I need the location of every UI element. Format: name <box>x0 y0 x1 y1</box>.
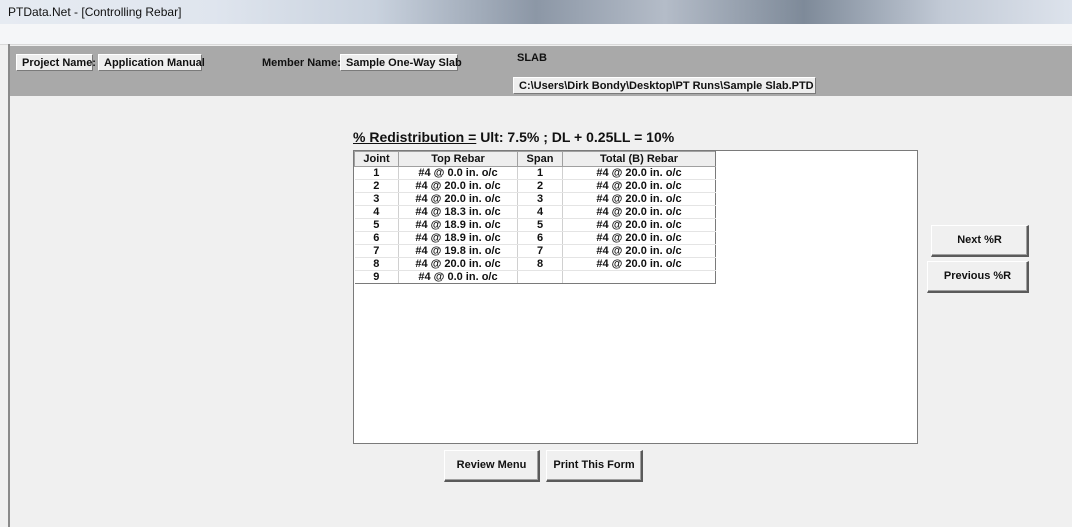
previous-redistribution-button[interactable]: Previous %R <box>927 261 1029 293</box>
table-header-row: Joint Top Rebar Span Total (B) Rebar <box>354 151 716 167</box>
top-rebar-cell: #4 @ 18.9 in. o/c <box>398 218 518 232</box>
top-rebar-cell: #4 @ 20.0 in. o/c <box>398 257 518 271</box>
span-cell <box>517 270 563 284</box>
total-rebar-cell: #4 @ 20.0 in. o/c <box>562 179 716 193</box>
top-rebar-cell: #4 @ 20.0 in. o/c <box>398 192 518 206</box>
table-row[interactable]: 6 #4 @ 18.9 in. o/c 6 #4 @ 20.0 in. o/c <box>354 231 716 245</box>
column-header-total-rebar: Total (B) Rebar <box>562 151 716 167</box>
redistribution-label: % Redistribution = <box>353 129 477 145</box>
redistribution-heading: % Redistribution = Ult: 7.5% ; DL + 0.25… <box>353 129 674 145</box>
member-type-value: SLAB <box>517 52 547 64</box>
rebar-table-panel[interactable]: Joint Top Rebar Span Total (B) Rebar 1 #… <box>353 150 918 444</box>
member-name-label: Member Name: <box>262 57 341 69</box>
project-name-label: Project Name: <box>16 54 96 71</box>
rebar-table: Joint Top Rebar Span Total (B) Rebar 1 #… <box>354 151 716 284</box>
top-rebar-cell: #4 @ 0.0 in. o/c <box>398 270 518 284</box>
span-cell: 4 <box>517 205 563 219</box>
review-menu-button[interactable]: Review Menu <box>444 450 540 482</box>
menu-strip <box>0 24 1072 45</box>
top-rebar-cell: #4 @ 0.0 in. o/c <box>398 166 518 180</box>
total-rebar-cell: #4 @ 20.0 in. o/c <box>562 257 716 271</box>
top-rebar-cell: #4 @ 18.9 in. o/c <box>398 231 518 245</box>
project-name-value: Application Manual <box>98 54 205 71</box>
table-row[interactable]: 3 #4 @ 20.0 in. o/c 3 #4 @ 20.0 in. o/c <box>354 192 716 206</box>
joint-cell: 7 <box>354 244 399 258</box>
span-cell: 1 <box>517 166 563 180</box>
joint-cell: 1 <box>354 166 399 180</box>
total-rebar-cell <box>562 270 716 284</box>
column-header-joint: Joint <box>354 151 399 167</box>
table-row[interactable]: 8 #4 @ 20.0 in. o/c 8 #4 @ 20.0 in. o/c <box>354 257 716 271</box>
span-cell: 7 <box>517 244 563 258</box>
table-row[interactable]: 5 #4 @ 18.9 in. o/c 5 #4 @ 20.0 in. o/c <box>354 218 716 232</box>
file-path-value: C:\Users\Dirk Bondy\Desktop\PT Runs\Samp… <box>513 77 816 94</box>
joint-cell: 8 <box>354 257 399 271</box>
joint-cell: 9 <box>354 270 399 284</box>
table-row[interactable]: 7 #4 @ 19.8 in. o/c 7 #4 @ 20.0 in. o/c <box>354 244 716 258</box>
joint-cell: 2 <box>354 179 399 193</box>
column-header-top-rebar: Top Rebar <box>398 151 518 167</box>
total-rebar-cell: #4 @ 20.0 in. o/c <box>562 166 716 180</box>
window-title: PTData.Net - [Controlling Rebar] <box>8 5 182 19</box>
table-row[interactable]: 2 #4 @ 20.0 in. o/c 2 #4 @ 20.0 in. o/c <box>354 179 716 193</box>
top-rebar-cell: #4 @ 20.0 in. o/c <box>398 179 518 193</box>
joint-cell: 4 <box>354 205 399 219</box>
top-rebar-cell: #4 @ 18.3 in. o/c <box>398 205 518 219</box>
top-rebar-cell: #4 @ 19.8 in. o/c <box>398 244 518 258</box>
table-row[interactable]: 9 #4 @ 0.0 in. o/c <box>354 270 716 284</box>
total-rebar-cell: #4 @ 20.0 in. o/c <box>562 192 716 206</box>
print-form-button[interactable]: Print This Form <box>546 450 643 482</box>
joint-cell: 5 <box>354 218 399 232</box>
column-header-span: Span <box>517 151 563 167</box>
total-rebar-cell: #4 @ 20.0 in. o/c <box>562 231 716 245</box>
title-bar: PTData.Net - [Controlling Rebar] <box>0 0 1072 24</box>
header-panel: Project Name: Application Manual Member … <box>10 46 1072 96</box>
member-name-value: Sample One-Way Slab <box>340 54 462 71</box>
span-cell: 3 <box>517 192 563 206</box>
total-rebar-cell: #4 @ 20.0 in. o/c <box>562 218 716 232</box>
window-left-edge <box>8 44 10 527</box>
redistribution-value: Ult: 7.5% ; DL + 0.25LL = 10% <box>480 129 675 145</box>
total-rebar-cell: #4 @ 20.0 in. o/c <box>562 205 716 219</box>
joint-cell: 3 <box>354 192 399 206</box>
span-cell: 6 <box>517 231 563 245</box>
total-rebar-cell: #4 @ 20.0 in. o/c <box>562 244 716 258</box>
table-row[interactable]: 4 #4 @ 18.3 in. o/c 4 #4 @ 20.0 in. o/c <box>354 205 716 219</box>
table-row[interactable]: 1 #4 @ 0.0 in. o/c 1 #4 @ 20.0 in. o/c <box>354 166 716 180</box>
next-redistribution-button[interactable]: Next %R <box>931 225 1029 257</box>
span-cell: 2 <box>517 179 563 193</box>
span-cell: 8 <box>517 257 563 271</box>
span-cell: 5 <box>517 218 563 232</box>
joint-cell: 6 <box>354 231 399 245</box>
